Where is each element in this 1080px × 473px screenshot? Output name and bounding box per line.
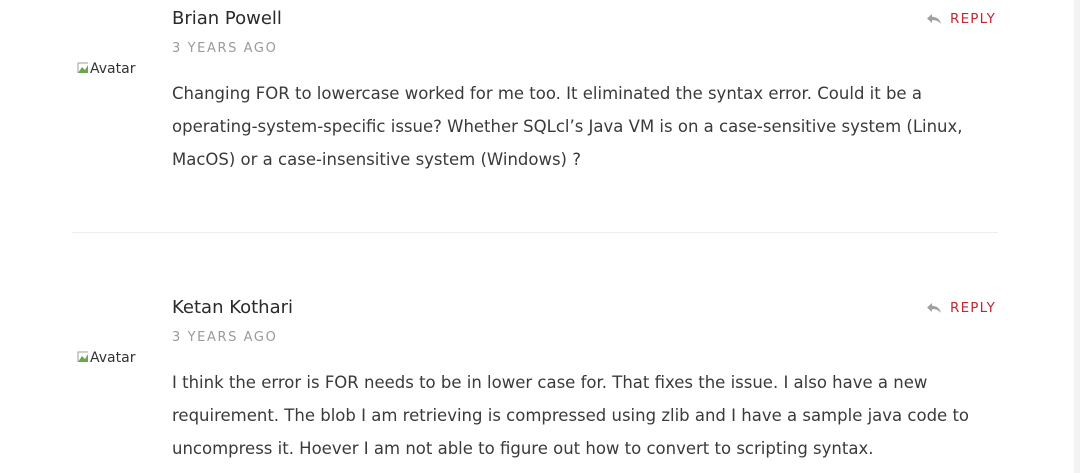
avatar-alt-text: Avatar xyxy=(90,61,136,77)
broken-image-icon xyxy=(77,62,88,73)
comments-section: Avatar Brian Powell 3 YEARS AGO REPLY Ch… xyxy=(0,0,1080,473)
comment-date[interactable]: 3 YEARS AGO xyxy=(172,329,277,347)
reply-button[interactable]: REPLY xyxy=(926,298,996,318)
comment-author[interactable]: Ketan Kothari xyxy=(172,295,293,321)
avatar: Avatar xyxy=(77,59,143,79)
comment-author[interactable]: Brian Powell xyxy=(172,6,282,32)
comment-date[interactable]: 3 YEARS AGO xyxy=(172,40,277,58)
reply-label: REPLY xyxy=(950,300,997,316)
page-scrollbar[interactable] xyxy=(1074,0,1080,473)
avatar: Avatar xyxy=(77,348,143,368)
reply-button[interactable]: REPLY xyxy=(926,9,996,29)
broken-image-icon xyxy=(77,351,88,362)
reply-arrow-icon xyxy=(927,303,941,313)
reply-label: REPLY xyxy=(950,11,997,27)
comment-divider xyxy=(72,232,998,233)
reply-arrow-icon xyxy=(927,14,941,24)
comment-text: Changing FOR to lowercase worked for me … xyxy=(172,84,963,169)
avatar-alt-text: Avatar xyxy=(90,350,136,366)
comment-text: I think the error is FOR needs to be in … xyxy=(172,373,970,458)
